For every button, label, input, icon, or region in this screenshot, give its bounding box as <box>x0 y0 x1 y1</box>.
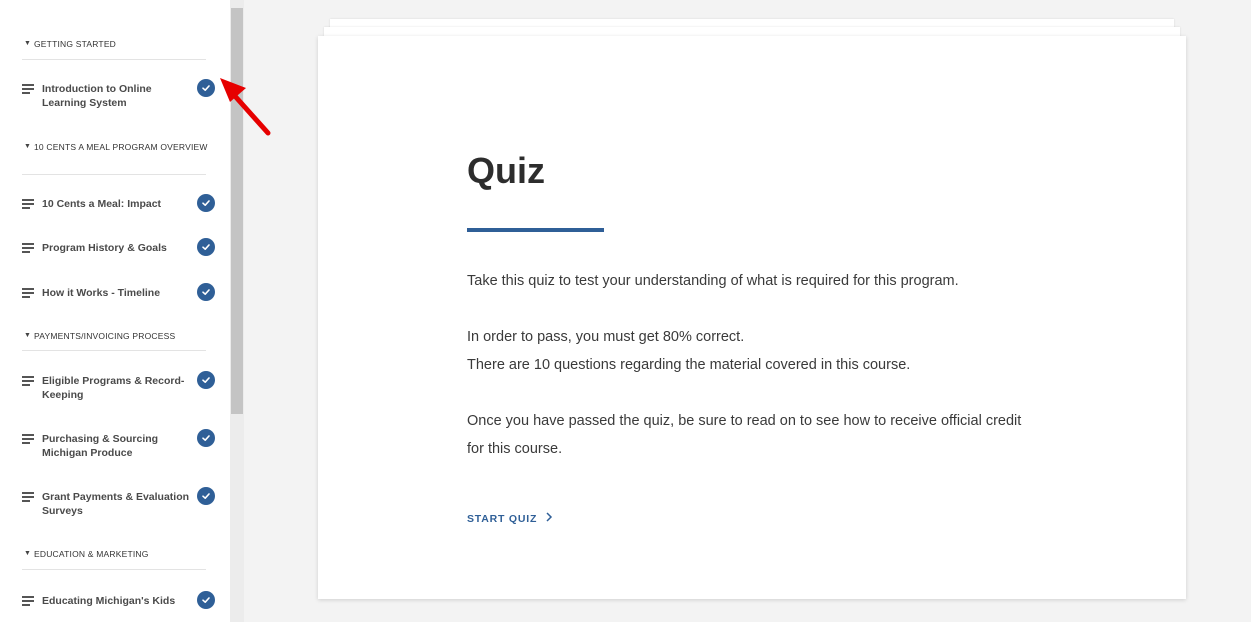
lesson-history-goals[interactable]: Program History & Goals <box>22 238 220 271</box>
quiz-card: Quiz Take this quiz to test your underst… <box>318 36 1186 599</box>
title-underline <box>467 228 604 232</box>
start-quiz-button[interactable]: START QUIZ <box>467 512 553 525</box>
divider <box>22 59 206 60</box>
lines-menu-icon <box>22 243 34 253</box>
lesson-label: How it Works - Timeline <box>42 287 161 299</box>
lesson-grant-payments[interactable]: Grant Payments & Evaluation Surveys <box>22 487 220 520</box>
check-circle-icon <box>197 487 215 505</box>
quiz-intro-text: Take this quiz to test your understandin… <box>467 273 959 289</box>
lesson-introduction[interactable]: Introduction to Online Learning System <box>22 79 220 112</box>
start-quiz-label: START QUIZ <box>467 512 538 525</box>
lines-menu-icon <box>22 376 34 386</box>
caret-down-icon: ▼ <box>24 143 32 150</box>
section-title: GETTING STARTED <box>34 39 117 49</box>
lesson-label: Purchasing & Sourcing Michigan Produce <box>42 433 159 459</box>
lesson-label: Grant Payments & Evaluation Surveys <box>42 491 190 517</box>
check-circle-icon <box>197 429 215 447</box>
lesson-label: Educating Michigan's Kids <box>42 595 176 607</box>
divider <box>22 569 206 570</box>
check-circle-icon <box>197 194 215 212</box>
lines-menu-icon <box>22 434 34 444</box>
chevron-right-icon <box>545 512 553 525</box>
caret-down-icon: ▼ <box>24 550 32 557</box>
lines-menu-icon <box>22 492 34 502</box>
lesson-educating-kids[interactable]: Educating Michigan's Kids <box>22 591 220 622</box>
lines-menu-icon <box>22 596 34 606</box>
section-title: EDUCATION & MARKETING <box>34 549 149 559</box>
caret-down-icon: ▼ <box>24 40 32 47</box>
lines-menu-icon <box>22 288 34 298</box>
lesson-how-it-works[interactable]: How it Works - Timeline <box>22 283 220 316</box>
lesson-purchasing-sourcing[interactable]: Purchasing & Sourcing Michigan Produce <box>22 429 220 462</box>
section-getting-started[interactable]: ▼ GETTING STARTED <box>24 39 208 49</box>
check-circle-icon <box>197 79 215 97</box>
lesson-label: 10 Cents a Meal: Impact <box>42 198 162 210</box>
check-circle-icon <box>197 283 215 301</box>
credit-note-text: Once you have passed the quiz, be sure t… <box>467 413 1022 457</box>
section-program-overview[interactable]: ▼ 10 CENTS A MEAL PROGRAM OVERVIEW <box>24 142 208 152</box>
sidebar-scrollbar-thumb[interactable] <box>231 8 243 414</box>
divider <box>22 350 206 351</box>
page-title: Quiz <box>467 150 545 191</box>
red-arrow-annotation <box>220 78 271 136</box>
lesson-eligible-programs[interactable]: Eligible Programs & Record-Keeping <box>22 371 220 404</box>
section-title: 10 CENTS A MEAL PROGRAM OVERVIEW <box>34 142 208 152</box>
lesson-label: Eligible Programs & Record-Keeping <box>42 375 185 401</box>
section-payments[interactable]: ▼ PAYMENTS/INVOICING PROCESS <box>24 331 208 341</box>
lesson-label: Introduction to Online Learning System <box>42 83 152 109</box>
section-title: PAYMENTS/INVOICING PROCESS <box>34 331 176 341</box>
lines-menu-icon <box>22 84 34 94</box>
pass-requirement-text: In order to pass, you must get 80% corre… <box>467 329 745 345</box>
course-sidebar: ▼ GETTING STARTED Introduction to Online… <box>0 0 230 622</box>
section-education-marketing[interactable]: ▼ EDUCATION & MARKETING <box>24 549 208 559</box>
check-circle-icon <box>197 238 215 256</box>
lesson-impact[interactable]: 10 Cents a Meal: Impact <box>22 194 220 227</box>
check-circle-icon <box>197 591 215 609</box>
check-circle-icon <box>197 371 215 389</box>
lesson-label: Program History & Goals <box>42 242 167 254</box>
divider <box>22 174 206 175</box>
lines-menu-icon <box>22 199 34 209</box>
caret-down-icon: ▼ <box>24 332 32 339</box>
questions-count-text: There are 10 questions regarding the mat… <box>467 357 911 373</box>
